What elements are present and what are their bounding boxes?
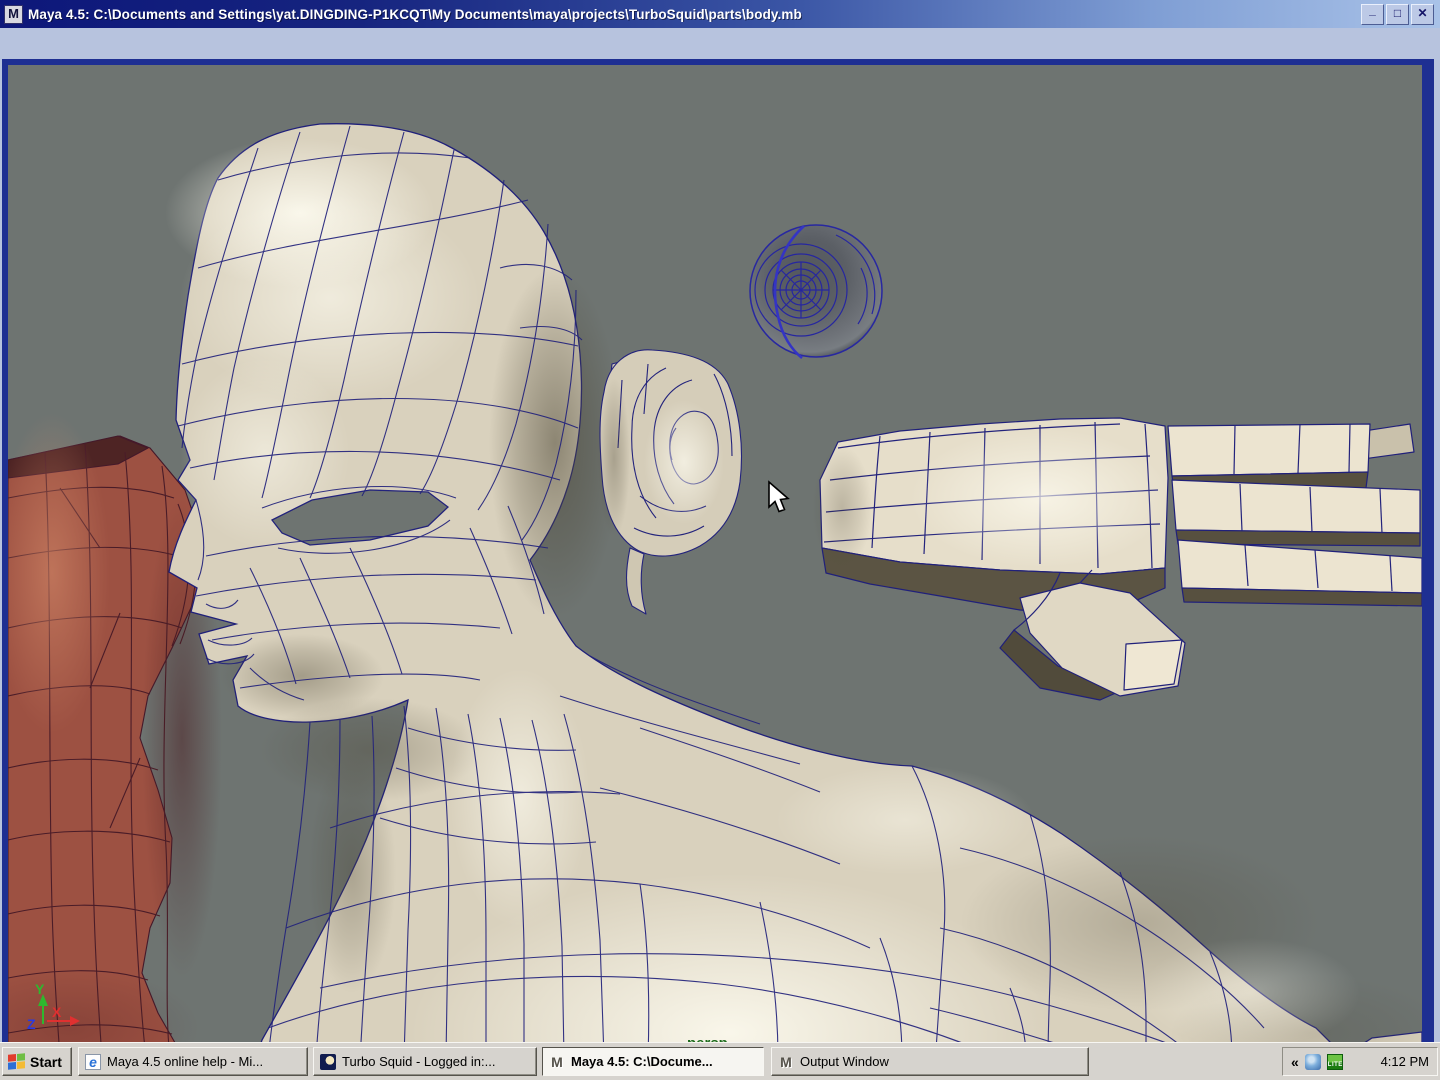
system-tray: « LITE 4:12 PM (1282, 1047, 1438, 1076)
red-torso-model[interactable] (8, 413, 222, 1055)
perspective-viewport[interactable]: Y X Z persp (8, 65, 1422, 1055)
tray-expand-chevron[interactable]: « (1291, 1055, 1299, 1069)
eyeball-model[interactable] (749, 224, 883, 360)
tray-lite-codec-icon[interactable]: LITE (1326, 1053, 1343, 1070)
start-button[interactable]: Start (2, 1047, 72, 1076)
taskbar-button-maya-help[interactable]: e Maya 4.5 online help - Mi... (78, 1047, 308, 1076)
maya-app-icon: M (4, 4, 23, 24)
axis-z-label: Z (27, 1016, 36, 1032)
maya-icon: M (551, 1053, 563, 1070)
taskbar: Start e Maya 4.5 online help - Mi... Tur… (0, 1042, 1440, 1080)
internet-explorer-icon: e (85, 1053, 101, 1070)
tray-clock: 4:12 PM (1380, 1054, 1429, 1069)
close-button[interactable]: ✕ (1411, 4, 1434, 25)
mouse-cursor (766, 480, 792, 519)
axis-x-label: X (52, 1004, 62, 1020)
minimize-button[interactable]: _ (1361, 4, 1384, 25)
maya-icon: M (780, 1053, 792, 1070)
turbosquid-icon (320, 1053, 336, 1070)
taskbar-button-turbosquid[interactable]: Turbo Squid - Logged in:... (313, 1047, 537, 1076)
maximize-button[interactable]: □ (1386, 4, 1409, 25)
tray-display-icon[interactable] (1304, 1053, 1321, 1070)
taskbar-button-maya[interactable]: M Maya 4.5: C:\Docume... (542, 1047, 764, 1076)
window-title: Maya 4.5: C:\Documents and Settings\yat.… (28, 6, 802, 22)
start-label: Start (30, 1053, 62, 1070)
maya-titlebar[interactable]: M Maya 4.5: C:\Documents and Settings\ya… (0, 0, 1440, 28)
desktop: M Maya 4.5: C:\Documents and Settings\ya… (0, 0, 1440, 1080)
windows-logo-icon (8, 1053, 25, 1070)
window-frame: Y X Z persp (0, 28, 1440, 1065)
taskbar-button-output-window[interactable]: M Output Window (771, 1047, 1089, 1076)
axis-y-label: Y (35, 981, 45, 997)
